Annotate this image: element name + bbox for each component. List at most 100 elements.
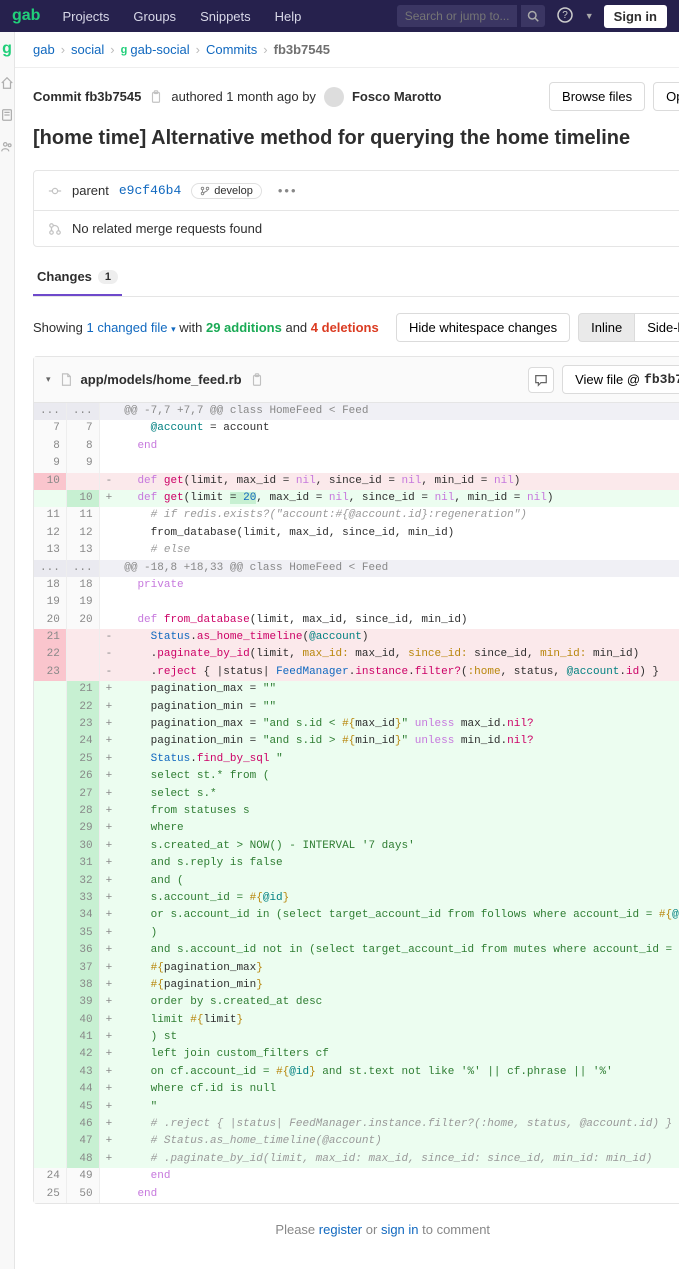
branch-label[interactable]: develop: [191, 183, 262, 199]
diff-line[interactable]: 38+ #{pagination_min}: [34, 977, 679, 994]
copy-path-icon[interactable]: [250, 373, 264, 387]
diff-line[interactable]: 2550 end: [34, 1186, 679, 1203]
diff-line[interactable]: 88 end: [34, 438, 679, 455]
diff-line[interactable]: 46+ # .reject { |status| FeedManager.ins…: [34, 1116, 679, 1133]
signin-button[interactable]: Sign in: [604, 5, 667, 28]
comment-prompt: Please register or sign in to comment: [33, 1204, 679, 1255]
diff-line[interactable]: 1212 from_database(limit, max_id, since_…: [34, 525, 679, 542]
no-mr-text: No related merge requests found: [72, 221, 262, 236]
diff-line[interactable]: 10+ def get(limit = 20, max_id = nil, si…: [34, 490, 679, 507]
nav-groups[interactable]: Groups: [123, 9, 186, 24]
diff-line[interactable]: 45+ ": [34, 1099, 679, 1116]
diff-line[interactable]: 99: [34, 455, 679, 472]
collapse-icon[interactable]: ▾: [46, 374, 51, 385]
diff-line[interactable]: 2020 def from_database(limit, max_id, si…: [34, 612, 679, 629]
diff-line[interactable]: 77 @account = account: [34, 420, 679, 437]
inline-view-button[interactable]: Inline: [578, 313, 635, 342]
diff-line[interactable]: 30+ s.created_at > NOW() - INTERVAL '7 d…: [34, 838, 679, 855]
more-actions-icon[interactable]: •••: [272, 181, 304, 200]
nav-snippets[interactable]: Snippets: [190, 9, 261, 24]
parent-label: parent: [72, 183, 109, 198]
nav-projects[interactable]: Projects: [52, 9, 119, 24]
diff-line[interactable]: 22- .paginate_by_id(limit, max_id: max_i…: [34, 646, 679, 663]
diff-line[interactable]: ......@@ -7,7 +7,7 @@ class HomeFeed < F…: [34, 403, 679, 420]
side-by-side-button[interactable]: Side-by-side: [634, 313, 679, 342]
diff-line[interactable]: 35+ ): [34, 925, 679, 942]
crumb-gab-social[interactable]: gab-social: [130, 42, 189, 57]
brand-logo[interactable]: gab: [12, 7, 40, 25]
nav-help[interactable]: Help: [265, 9, 312, 24]
crumb-gab[interactable]: gab: [33, 42, 55, 57]
diff-line[interactable]: 40+ limit #{limit}: [34, 1012, 679, 1029]
comment-icon[interactable]: [528, 367, 554, 393]
search-button[interactable]: [521, 5, 545, 27]
diff-line[interactable]: 21+ pagination_max = "": [34, 681, 679, 698]
diff-line[interactable]: 34+ or s.account_id in (select target_ac…: [34, 907, 679, 924]
merge-icon: [48, 222, 62, 236]
diff-line[interactable]: 1818 private: [34, 577, 679, 594]
search-input[interactable]: [397, 5, 517, 27]
diff-line[interactable]: 47+ # Status.as_home_timeline(@account): [34, 1133, 679, 1150]
project-logo[interactable]: g: [2, 40, 12, 58]
crumb-sha: fb3b7545: [274, 42, 330, 57]
diff-line[interactable]: 1313 # else: [34, 542, 679, 559]
parent-row: parent e9cf46b4 develop •••: [34, 171, 679, 210]
diff-line[interactable]: 48+ # .paginate_by_id(limit, max_id: max…: [34, 1151, 679, 1168]
diff-line[interactable]: ......@@ -18,8 +18,33 @@ class HomeFeed …: [34, 560, 679, 577]
diff-line[interactable]: 41+ ) st: [34, 1029, 679, 1046]
diff-line[interactable]: 32+ and (: [34, 873, 679, 890]
diff-line[interactable]: 1111 # if redis.exists?("account:#{@acco…: [34, 507, 679, 524]
caret-down-icon: ▼: [585, 11, 594, 21]
crumb-commits[interactable]: Commits: [206, 42, 257, 57]
register-link[interactable]: register: [319, 1222, 362, 1237]
diff-line[interactable]: 10- def get(limit, max_id = nil, since_i…: [34, 473, 679, 490]
changed-files-dropdown[interactable]: 1 changed file ▾: [87, 320, 176, 335]
diff-line[interactable]: 44+ where cf.id is null: [34, 1081, 679, 1098]
diff-line[interactable]: 37+ #{pagination_max}: [34, 960, 679, 977]
diff-line[interactable]: 25+ Status.find_by_sql ": [34, 751, 679, 768]
diff-table: ......@@ -7,7 +7,7 @@ class HomeFeed < F…: [34, 403, 679, 1203]
diff-line[interactable]: 22+ pagination_min = "": [34, 699, 679, 716]
diff-line[interactable]: 21- Status.as_home_timeline(@account): [34, 629, 679, 646]
diff-line[interactable]: 36+ and s.account_id not in (select targ…: [34, 942, 679, 959]
diff-line[interactable]: 42+ left join custom_filters cf: [34, 1046, 679, 1063]
diff-line[interactable]: 23+ pagination_max = "and s.id < #{max_i…: [34, 716, 679, 733]
browse-files-button[interactable]: Browse files: [549, 82, 645, 111]
diff-line[interactable]: 2449 end: [34, 1168, 679, 1185]
commit-title: [home time] Alternative method for query…: [33, 127, 679, 150]
help-dropdown[interactable]: ?: [557, 7, 573, 26]
options-dropdown[interactable]: Options ▾: [653, 82, 679, 111]
home-icon[interactable]: [0, 76, 14, 90]
diff-line[interactable]: 27+ select s.*: [34, 786, 679, 803]
related-mr-row: No related merge requests found: [34, 210, 679, 246]
diff-line[interactable]: 26+ select st.* from (: [34, 768, 679, 785]
svg-text:?: ?: [562, 10, 568, 21]
crumb-social[interactable]: social: [71, 42, 104, 57]
diff-line[interactable]: 28+ from statuses s: [34, 803, 679, 820]
diff-file: ▾ app/models/home_feed.rb View file @fb3…: [33, 356, 679, 1204]
repository-icon[interactable]: [0, 108, 14, 122]
file-path[interactable]: app/models/home_feed.rb: [81, 372, 242, 387]
view-file-button[interactable]: View file @fb3b7545: [562, 365, 679, 394]
diff-line[interactable]: 39+ order by s.created_at desc: [34, 994, 679, 1011]
diff-line[interactable]: 31+ and s.reply is false: [34, 855, 679, 872]
parent-sha-link[interactable]: e9cf46b4: [119, 183, 181, 198]
diff-line[interactable]: 43+ on cf.account_id = #{@id} and st.tex…: [34, 1064, 679, 1081]
author-avatar[interactable]: [324, 87, 344, 107]
signin-link[interactable]: sign in: [381, 1222, 419, 1237]
diff-line[interactable]: 1919: [34, 594, 679, 611]
additions-count: 29 additions: [206, 320, 282, 335]
deletions-count: 4 deletions: [311, 320, 379, 335]
hide-whitespace-button[interactable]: Hide whitespace changes: [396, 313, 570, 342]
branch-icon: [200, 186, 210, 196]
top-navbar: gab Projects Groups Snippets Help ? ▼ Si…: [0, 0, 679, 32]
diff-line[interactable]: 23- .reject { |status| FeedManager.insta…: [34, 664, 679, 681]
diff-line[interactable]: 24+ pagination_min = "and s.id > #{min_i…: [34, 733, 679, 750]
diff-line[interactable]: 33+ s.account_id = #{@id}: [34, 890, 679, 907]
clipboard-icon[interactable]: [149, 90, 163, 104]
diff-line[interactable]: 29+ where: [34, 820, 679, 837]
tab-changes[interactable]: Changes 1: [33, 259, 122, 296]
members-icon[interactable]: [0, 140, 14, 154]
author-name[interactable]: Fosco Marotto: [352, 89, 442, 104]
authored-text: authored 1 month ago by: [171, 89, 316, 104]
